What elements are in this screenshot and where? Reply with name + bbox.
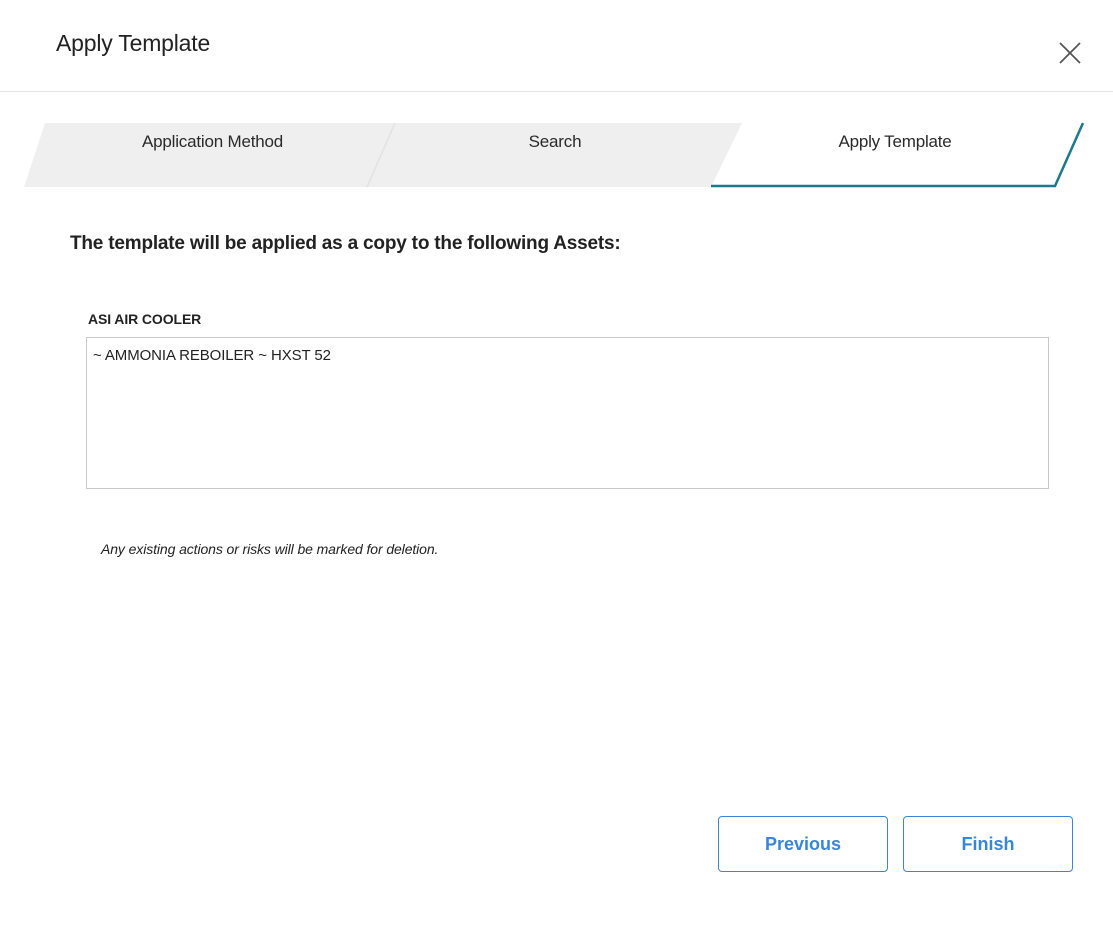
deletion-note: Any existing actions or risks will be ma… [101, 541, 439, 557]
wizard-steps: Application Method Search Apply Template [0, 121, 1113, 189]
step-apply-template[interactable]: Apply Template [790, 132, 1000, 152]
dialog-title: Apply Template [56, 30, 211, 56]
close-icon[interactable] [1057, 40, 1083, 66]
apply-template-dialog: Apply Template Application Method Search… [0, 0, 1113, 951]
step-application-method[interactable]: Application Method [90, 132, 335, 152]
intro-text: The template will be applied as a copy t… [70, 233, 621, 254]
step-search[interactable]: Search [450, 132, 660, 152]
asset-list: ~ AMMONIA REBOILER ~ HXST 52 [86, 337, 1049, 489]
finish-button[interactable]: Finish [903, 816, 1073, 872]
previous-button[interactable]: Previous [718, 816, 888, 872]
asset-list-item: ~ AMMONIA REBOILER ~ HXST 52 [93, 347, 331, 364]
dialog-header: Apply Template [0, 0, 1113, 92]
asset-group-label: ASI AIR COOLER [88, 311, 202, 327]
